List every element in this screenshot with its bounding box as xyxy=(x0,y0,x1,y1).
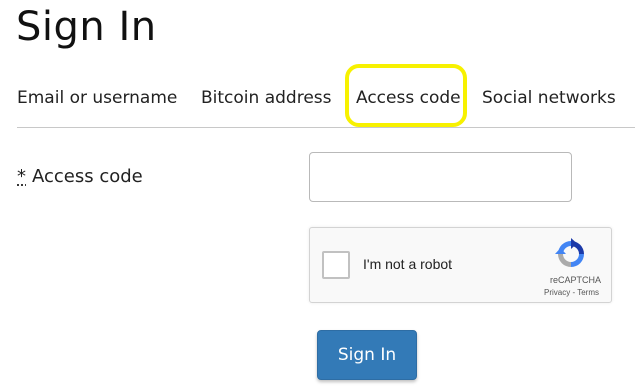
recaptcha-label: I'm not a robot xyxy=(363,256,453,272)
tab-social-networks[interactable]: Social networks xyxy=(482,88,616,108)
recaptcha-logo-icon xyxy=(555,238,584,267)
access-code-label: * Access code xyxy=(17,166,143,187)
tab-email-or-username[interactable]: Email or username xyxy=(17,88,177,108)
sign-in-method-tabs: Email or username Bitcoin address Access… xyxy=(17,86,635,128)
access-code-input[interactable] xyxy=(309,152,572,202)
recaptcha-privacy-link[interactable]: Privacy xyxy=(544,288,570,297)
recaptcha-terms-link[interactable]: Terms xyxy=(577,288,599,297)
recaptcha-widget: I'm not a robot reCAPTCHA Privacy - Term… xyxy=(309,227,612,303)
required-mark: * xyxy=(17,166,26,187)
tab-access-code[interactable]: Access code xyxy=(356,88,461,108)
recaptcha-brand: reCAPTCHA xyxy=(549,275,601,285)
recaptcha-checkbox[interactable] xyxy=(322,251,350,279)
sign-in-button[interactable]: Sign In xyxy=(317,330,417,380)
recaptcha-links: Privacy - Terms xyxy=(544,288,599,297)
page-title: Sign In xyxy=(16,4,157,50)
access-code-label-text: Access code xyxy=(32,166,143,187)
tab-bitcoin-address[interactable]: Bitcoin address xyxy=(201,88,332,108)
